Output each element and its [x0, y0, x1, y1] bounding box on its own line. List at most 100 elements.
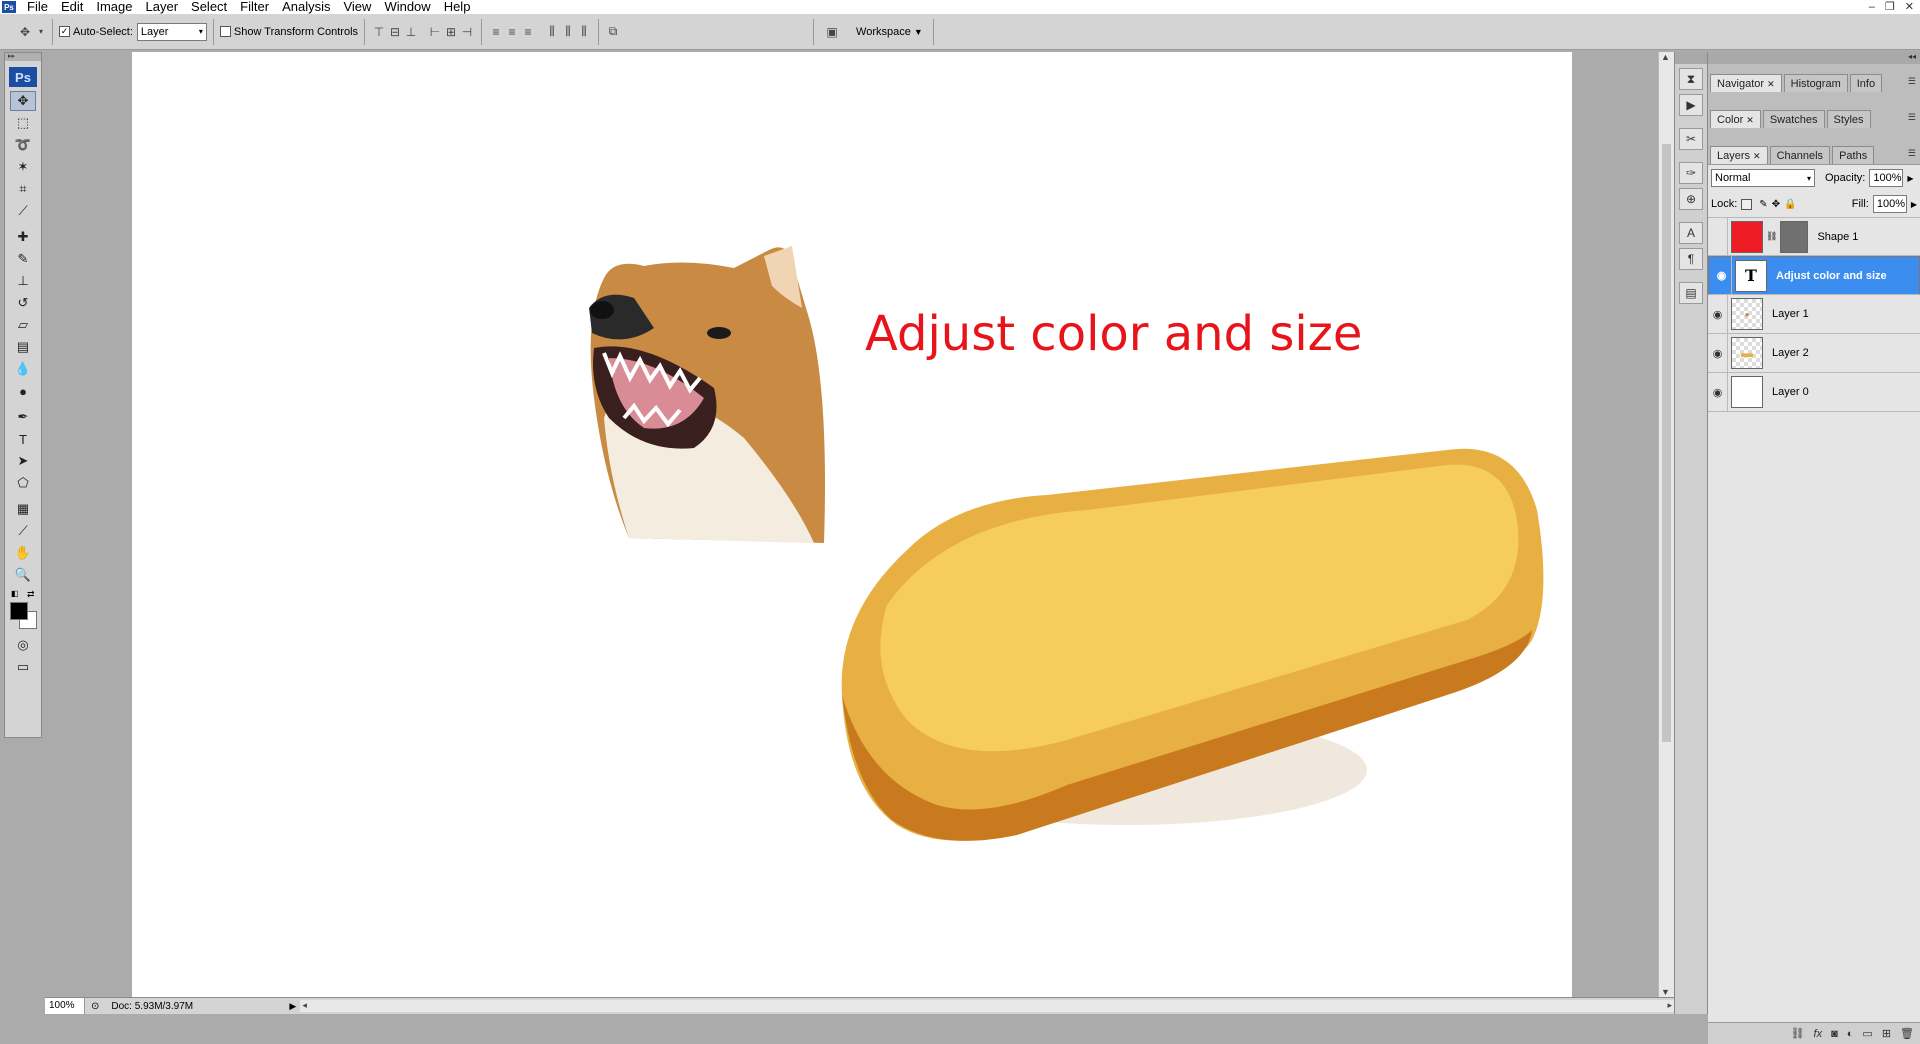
visibility-toggle-empty[interactable]	[1708, 217, 1728, 256]
type-tool-icon[interactable]: T	[10, 429, 36, 449]
tab-swatches[interactable]: Swatches	[1762, 110, 1825, 128]
tab-info[interactable]: Info	[1849, 74, 1883, 92]
menu-file[interactable]: File	[21, 0, 55, 14]
align-left-icon[interactable]: ⊢	[427, 24, 443, 40]
tab-styles[interactable]: Styles	[1826, 110, 1871, 128]
blur-tool-icon[interactable]: 💧	[10, 359, 36, 379]
workspace-button[interactable]: Workspace	[856, 26, 911, 38]
menu-view[interactable]: View	[337, 0, 378, 14]
fill-input[interactable]: 100%	[1872, 195, 1907, 213]
panel-menu-icon[interactable]: ☰	[1908, 112, 1916, 123]
default-colors-icon[interactable]: ◧	[11, 589, 19, 598]
notes-tool-icon[interactable]: ▦	[10, 499, 36, 519]
menu-select[interactable]: Select	[185, 0, 234, 14]
distribute-top-icon[interactable]: ≡	[488, 24, 504, 40]
dock-grip[interactable]	[1675, 52, 1707, 64]
path-selection-tool-icon[interactable]: ➤	[10, 451, 36, 471]
brush-tool-icon[interactable]: ✎	[10, 249, 36, 269]
close-icon[interactable]: ✕	[1746, 115, 1754, 125]
healing-brush-tool-icon[interactable]: ✚	[10, 227, 36, 247]
swap-colors-icon[interactable]: ⇄	[27, 589, 35, 600]
panel-menu-icon[interactable]: ☰	[1908, 148, 1916, 159]
menu-window[interactable]: Window	[378, 0, 437, 14]
link-layers-icon[interactable]: ⛓	[1791, 1027, 1805, 1040]
actions-panel-icon[interactable]: ▶	[1679, 94, 1703, 116]
align-vcenter-icon[interactable]: ⊟	[387, 24, 403, 40]
quick-mask-icon[interactable]: ◎	[10, 635, 36, 655]
foreground-color-swatch[interactable]	[10, 602, 28, 620]
layer-row[interactable]: ◉ Layer 0	[1708, 372, 1920, 412]
close-icon[interactable]: ✕	[1753, 151, 1761, 161]
lock-position-icon[interactable]: ✥	[1772, 199, 1780, 210]
tab-histogram[interactable]: Histogram	[1783, 74, 1848, 92]
menu-help[interactable]: Help	[438, 0, 478, 14]
align-top-icon[interactable]: ⊤	[371, 24, 387, 40]
layer-comps-icon[interactable]: ▤	[1679, 282, 1703, 304]
lock-all-icon[interactable]: 🔒	[1784, 199, 1796, 210]
minimize-button[interactable]: –	[1869, 0, 1875, 14]
bridge-icon[interactable]: ▣	[820, 24, 844, 40]
status-info-icon[interactable]: ⊙	[91, 1001, 99, 1012]
eye-icon[interactable]: ◉	[1712, 256, 1732, 295]
distribute-right-icon[interactable]: ⫼	[576, 24, 592, 40]
zoom-level[interactable]: 100%	[45, 998, 85, 1014]
layer-style-icon[interactable]: fx	[1814, 1028, 1823, 1040]
tab-paths[interactable]: Paths	[1832, 146, 1875, 164]
distribute-vcenter-icon[interactable]: ≡	[504, 24, 520, 40]
fill-slider-icon[interactable]: ▶	[1911, 200, 1917, 209]
auto-align-icon[interactable]: ⧉	[605, 24, 621, 40]
align-hcenter-icon[interactable]: ⊞	[443, 24, 459, 40]
tool-presets-icon[interactable]: ✂	[1679, 128, 1703, 150]
document-canvas[interactable]: Adjust color and size	[132, 52, 1572, 997]
move-tool-icon[interactable]: ✥	[14, 24, 36, 40]
menu-analysis[interactable]: Analysis	[276, 0, 337, 14]
restore-button[interactable]: ❐	[1885, 0, 1895, 14]
history-panel-icon[interactable]: ⧗	[1679, 68, 1703, 90]
eye-icon[interactable]: ◉	[1708, 372, 1728, 412]
new-group-icon[interactable]: ▭	[1862, 1027, 1872, 1040]
adjustment-layer-icon[interactable]: ◐	[1847, 1028, 1854, 1040]
clone-stamp-tool-icon[interactable]: ⊥	[10, 271, 36, 291]
shape-tool-icon[interactable]: ⬠	[10, 473, 36, 493]
move-tool-icon[interactable]: ✥	[10, 91, 36, 111]
add-mask-icon[interactable]: ◙	[1831, 1028, 1838, 1040]
gradient-tool-icon[interactable]: ▤	[10, 337, 36, 357]
menu-image[interactable]: Image	[90, 0, 139, 14]
history-brush-tool-icon[interactable]: ↺	[10, 293, 36, 313]
menu-layer[interactable]: Layer	[140, 0, 186, 14]
layer-row[interactable]: ⛓ Shape 1	[1708, 217, 1920, 256]
screen-mode-icon[interactable]: ▭	[10, 657, 36, 677]
horizontal-scrollbar[interactable]: ◂ ▸	[300, 1000, 1674, 1012]
brushes-panel-icon[interactable]: ✑	[1679, 162, 1703, 184]
eyedropper-tool-icon[interactable]: ⟋	[10, 521, 36, 541]
close-icon[interactable]: ✕	[1767, 79, 1775, 89]
status-menu-icon[interactable]: ▶	[289, 1001, 296, 1012]
pen-tool-icon[interactable]: ✒	[10, 407, 36, 427]
delete-layer-icon[interactable]: 🗑	[1900, 1027, 1914, 1040]
canvas-text[interactable]: Adjust color and size	[865, 306, 1362, 362]
eraser-tool-icon[interactable]: ▱	[10, 315, 36, 335]
align-right-icon[interactable]: ⊣	[459, 24, 475, 40]
panel-menu-icon[interactable]: ☰	[1908, 76, 1916, 87]
tab-layers[interactable]: Layers ✕	[1710, 146, 1768, 164]
distribute-hcenter-icon[interactable]: ⫼	[560, 24, 576, 40]
opacity-slider-icon[interactable]: ▶	[1907, 174, 1913, 183]
paragraph-panel-icon[interactable]: ¶	[1679, 248, 1703, 270]
zoom-tool-icon[interactable]: 🔍	[10, 565, 36, 585]
layer-row-selected[interactable]: ◉ T Adjust color and size	[1708, 256, 1920, 295]
scroll-left-icon[interactable]: ◂	[302, 1000, 307, 1011]
layer-row[interactable]: ◉ ● Layer 1	[1708, 294, 1920, 334]
scroll-down-icon[interactable]: ▼	[1661, 987, 1670, 997]
dodge-tool-icon[interactable]: ●	[10, 381, 36, 401]
align-bottom-icon[interactable]: ⊥	[403, 24, 419, 40]
character-panel-icon[interactable]: A	[1679, 222, 1703, 244]
toolbox-grip[interactable]: ▸▸	[5, 53, 41, 61]
tab-channels[interactable]: Channels	[1769, 146, 1831, 164]
auto-select-checkbox[interactable]: ✓	[59, 26, 70, 37]
lock-pixels-icon[interactable]: ✎	[1759, 199, 1767, 210]
clone-source-icon[interactable]: ⊕	[1679, 188, 1703, 210]
distribute-left-icon[interactable]: ⫼	[544, 24, 560, 40]
tool-preset-dropdown-icon[interactable]: ▾	[36, 24, 46, 40]
tab-color[interactable]: Color ✕	[1710, 110, 1761, 128]
scrollbar-thumb[interactable]	[1662, 144, 1671, 742]
